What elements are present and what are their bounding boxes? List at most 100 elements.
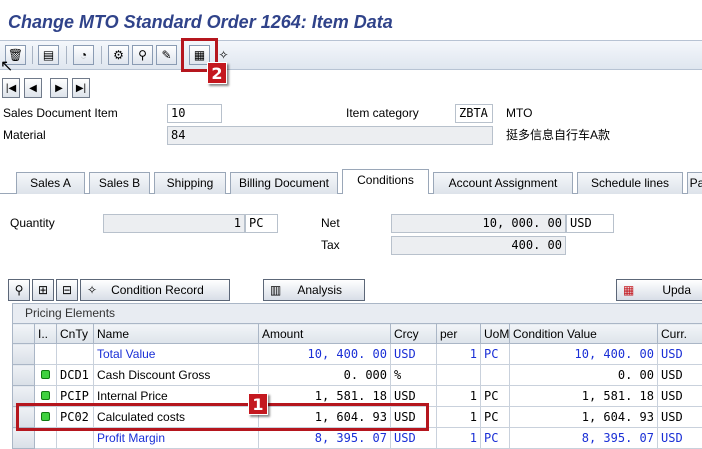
tax-value-field[interactable]: 400. 00 — [391, 236, 566, 255]
row-selector-header[interactable] — [12, 323, 35, 344]
material-description: 挺多信息自行车A款 — [506, 128, 611, 142]
configuration-icon[interactable]: ⚙ — [108, 45, 129, 65]
sales-document-item-label: Sales Document Item — [3, 106, 118, 120]
condition-value-cell: 10, 400. 00 — [509, 343, 658, 365]
first-item-icon[interactable]: |◀ — [2, 78, 20, 98]
tab-account-assignment[interactable]: Account Assignment — [433, 172, 573, 194]
per-cell[interactable]: 1 — [436, 385, 481, 407]
analysis-button[interactable]: ▥ Analysis — [263, 279, 365, 301]
search-icon[interactable]: ⚲ — [132, 45, 153, 65]
document-icon[interactable]: ▤ — [38, 45, 59, 65]
curr-cell: USD — [657, 343, 702, 365]
uom-cell[interactable]: PC — [480, 427, 510, 449]
currency-column-header[interactable]: Crcy — [390, 323, 437, 344]
condition-record-icon: ✧ — [87, 283, 98, 297]
status-cell — [34, 364, 57, 386]
currency-cell[interactable]: % — [390, 364, 437, 386]
insert-row-icon[interactable]: ⊞ — [32, 279, 54, 301]
edit-icon[interactable]: ✎ — [156, 45, 177, 65]
callout-badge-2: 2 — [207, 62, 227, 84]
tab-sales-a[interactable]: Sales A — [16, 172, 85, 194]
toolbar-separator — [32, 46, 33, 64]
name-cell: Cash Discount Gross — [93, 364, 259, 386]
material-label: Material — [3, 128, 46, 142]
update-icon: ▦ — [623, 283, 635, 297]
name-cell: Total Value — [93, 343, 259, 365]
curr-cell: USD — [657, 427, 702, 449]
quantity-label: Quantity — [10, 216, 55, 230]
per-column-header[interactable]: per — [436, 323, 481, 344]
row-selector[interactable] — [12, 343, 35, 365]
condition-value-cell: 8, 395. 07 — [509, 427, 658, 449]
amount-cell[interactable]: 10, 400. 00 — [258, 343, 391, 365]
curr-cell: USD — [657, 385, 702, 407]
previous-item-icon[interactable]: ◀ — [24, 78, 42, 98]
table-row-dcd1[interactable]: DCD1 Cash Discount Gross 0. 000 % 0. 00 … — [12, 364, 702, 386]
uom-column-header[interactable]: UoM — [480, 323, 510, 344]
condition-record-button[interactable]: ✧ Condition Record — [80, 279, 230, 301]
tab-shipping[interactable]: Shipping — [154, 172, 226, 194]
uom-cell[interactable]: PC — [480, 406, 510, 428]
table-row-total-value[interactable]: Total Value 10, 400. 00 USD 1 PC 10, 400… — [12, 343, 702, 365]
condition-value-cell: 1, 604. 93 — [509, 406, 658, 428]
last-item-icon[interactable]: ▶| — [72, 78, 90, 98]
zoom-details-icon[interactable]: ⚲ — [8, 279, 30, 301]
condition-value-cell: 0. 00 — [509, 364, 658, 386]
currency-cell[interactable]: USD — [390, 343, 437, 365]
tax-label: Tax — [321, 238, 340, 252]
callout-badge-1: 1 — [248, 393, 268, 415]
material-field[interactable]: 84 — [167, 126, 493, 145]
row-selector[interactable] — [12, 364, 35, 386]
toolbar-separator — [101, 46, 102, 64]
condition-type-cell[interactable]: DCD1 — [56, 364, 94, 386]
analysis-label: Analysis — [297, 283, 343, 297]
application-toolbar: 🗑 ▤ ◔ ⚙ ⚲ ✎ ▦ ✧ — [0, 40, 702, 70]
tab-sales-b[interactable]: Sales B — [89, 172, 150, 194]
condition-value-cell: 1, 581. 18 — [509, 385, 658, 407]
per-cell[interactable] — [436, 364, 481, 386]
status-column-header[interactable]: I.. — [34, 323, 57, 344]
next-item-icon[interactable]: ▶ — [50, 78, 68, 98]
status-green-icon — [41, 391, 50, 400]
condition-value-column-header[interactable]: Condition Value — [509, 323, 658, 344]
net-value-field[interactable]: 10, 000. 00 — [391, 214, 566, 233]
curr-column-header[interactable]: Curr. — [657, 323, 702, 344]
tab-partners[interactable]: Pa — [687, 172, 702, 194]
curr-cell: USD — [657, 406, 702, 428]
tab-billing-document[interactable]: Billing Document — [230, 172, 338, 194]
net-label: Net — [321, 216, 340, 230]
status-green-icon — [41, 370, 50, 379]
update-button[interactable]: ▦ Upda — [616, 279, 702, 301]
delete-row-icon[interactable]: ⊟ — [56, 279, 78, 301]
quantity-unit-field[interactable]: PC — [245, 214, 278, 233]
per-cell[interactable]: 1 — [436, 343, 481, 365]
condition-type-cell[interactable] — [56, 343, 94, 365]
title-bar: Change MTO Standard Order 1264: Item Dat… — [0, 0, 702, 40]
uom-cell[interactable]: PC — [480, 385, 510, 407]
quantity-field[interactable]: 1 — [103, 214, 245, 233]
window-title: Change MTO Standard Order 1264: Item Dat… — [8, 12, 393, 32]
name-column-header[interactable]: Name — [93, 323, 259, 344]
display-changes-icon[interactable]: ◔ — [73, 45, 94, 65]
mouse-cursor-icon: ↖ — [0, 58, 14, 75]
curr-cell: USD — [657, 364, 702, 386]
update-label: Upda — [662, 283, 692, 297]
per-cell[interactable]: 1 — [436, 406, 481, 428]
uom-cell[interactable] — [480, 364, 510, 386]
sales-document-item-field[interactable]: 10 — [167, 104, 222, 123]
tab-schedule-lines[interactable]: Schedule lines — [577, 172, 683, 194]
callout-box-pc02-row — [16, 403, 429, 431]
amount-column-header[interactable]: Amount — [258, 323, 391, 344]
amount-cell[interactable]: 0. 000 — [258, 364, 391, 386]
condition-type-column-header[interactable]: CnTy — [56, 323, 94, 344]
item-category-field[interactable]: ZBTA — [455, 104, 493, 123]
table-header-row: I.. CnTy Name Amount Crcy per UoM Condit… — [12, 323, 702, 344]
per-cell[interactable]: 1 — [436, 427, 481, 449]
tab-conditions[interactable]: Conditions — [342, 169, 429, 195]
uom-cell[interactable]: PC — [480, 343, 510, 365]
net-currency-field[interactable]: USD — [566, 214, 614, 233]
toolbar-separator — [66, 46, 67, 64]
status-cell — [34, 343, 57, 365]
item-category-label: Item category — [346, 106, 419, 120]
condition-record-label: Condition Record — [111, 283, 204, 297]
